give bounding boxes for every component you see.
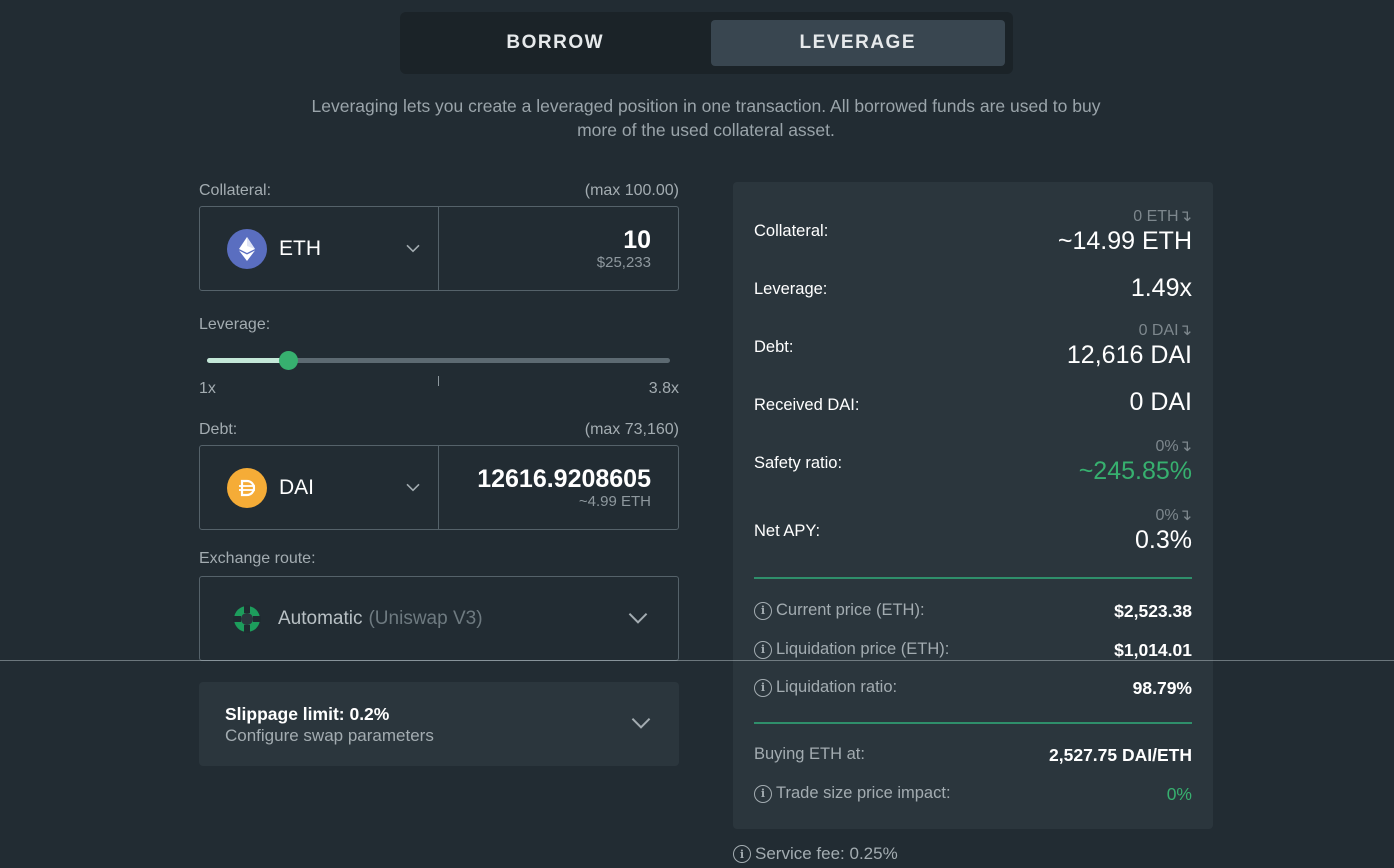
slippage-settings[interactable]: Slippage limit: 0.2% Configure swap para…: [199, 682, 679, 766]
tab-borrow[interactable]: BORROW: [408, 20, 703, 66]
summary-safety-label: Safety ratio:: [754, 454, 843, 472]
current-price-label: i Current price (ETH):: [754, 601, 925, 620]
liquidation-price-value: $1,014.01: [1114, 640, 1192, 660]
panel-divider: [754, 577, 1192, 579]
summary-safety: 0%↴ Safety ratio: ~245.85%: [754, 436, 1192, 488]
route-sub: (Uniswap V3): [368, 607, 483, 629]
debt-asset-name: DAI: [279, 475, 315, 499]
collateral-asset-select[interactable]: ETH: [200, 207, 439, 290]
summary-collateral-value: ~14.99 ETH: [1057, 227, 1192, 255]
collateral-amount: 10: [623, 225, 651, 254]
eth-icon: [227, 228, 267, 269]
leverage-slider[interactable]: [207, 351, 670, 370]
slippage-title: Slippage limit: 0.2%: [225, 704, 390, 724]
summary-received: Received DAI: 0 DAI: [754, 388, 1192, 420]
summary-apy-label: Net APY:: [754, 522, 821, 540]
liquidation-ratio-label-text: Liquidation ratio:: [776, 678, 898, 696]
debt-field: DAI 12616.9208605 ~4.99 ETH: [199, 445, 679, 530]
info-icon[interactable]: i: [754, 784, 772, 803]
current-price-value: $2,523.38: [1114, 601, 1192, 621]
debt-amount: 12616.9208605: [477, 464, 651, 493]
chevron-down-icon: [406, 244, 420, 252]
buying-label: Buying ETH at:: [754, 745, 865, 763]
leverage-label: Leverage:: [199, 316, 271, 333]
collateral-usd: $25,233: [596, 253, 651, 271]
current-price-label-text: Current price (ETH):: [776, 601, 925, 619]
buying-row: Buying ETH at: 2,527.75 DAI/ETH: [754, 745, 1192, 769]
liquidation-price-label: i Liquidation price (ETH):: [754, 640, 949, 659]
chevron-down-icon: [631, 718, 651, 729]
price-impact-label: i Trade size price impact:: [754, 784, 951, 803]
summary-apy: 0%↴ Net APY: 0.3%: [754, 505, 1192, 557]
intro-text: Leveraging lets you create a leveraged p…: [311, 96, 1101, 140]
chevron-down-icon: [406, 483, 420, 491]
summary-debt-prev: 0 DAI↴: [1138, 322, 1192, 339]
info-icon[interactable]: i: [754, 640, 772, 659]
summary-safety-prev: 0%↴: [1155, 438, 1192, 455]
lifebuoy-icon: [233, 604, 261, 633]
dai-icon: [227, 467, 267, 508]
collateral-max[interactable]: (max 100.00): [479, 182, 679, 200]
screen-artifact-line: [0, 660, 1394, 661]
debt-amount-input[interactable]: 12616.9208605 ~4.99 ETH: [439, 446, 678, 529]
info-icon[interactable]: i: [754, 678, 772, 697]
collateral-asset-name: ETH: [279, 236, 321, 260]
exchange-route-label: Exchange route:: [199, 550, 316, 567]
liquidation-ratio-row: i Liquidation ratio: 98.79%: [754, 678, 1192, 702]
info-icon[interactable]: i: [754, 601, 772, 620]
buying-value: 2,527.75 DAI/ETH: [1049, 745, 1192, 765]
service-fee-text: Service fee: 0.25%: [755, 844, 898, 863]
price-impact-label-text: Trade size price impact:: [776, 784, 951, 802]
service-fee: i Service fee: 0.25%: [733, 844, 898, 864]
liquidation-ratio-value: 98.79%: [1132, 678, 1192, 698]
leverage-slider-thumb[interactable]: [279, 351, 299, 370]
panel-divider: [754, 722, 1192, 724]
chevron-down-icon: [628, 612, 648, 624]
summary-leverage-label: Leverage:: [754, 280, 828, 298]
debt-asset-select[interactable]: DAI: [200, 446, 439, 529]
summary-debt-value: 12,616 DAI: [1066, 341, 1192, 369]
slider-tick: [438, 376, 439, 386]
summary-panel: 0 ETH↴ Collateral: ~14.99 ETH Leverage: …: [733, 182, 1213, 829]
route-main: Automatic: [278, 607, 363, 629]
debt-eth-equivalent: ~4.99 ETH: [578, 492, 651, 510]
collateral-field: ETH 10 $25,233: [199, 206, 679, 291]
collateral-label: Collateral:: [199, 182, 272, 199]
info-icon[interactable]: i: [733, 845, 751, 863]
current-price-row: i Current price (ETH): $2,523.38: [754, 601, 1192, 625]
summary-collateral-label: Collateral:: [754, 222, 829, 240]
price-impact-value: 0%: [1166, 784, 1192, 804]
price-impact-row: i Trade size price impact: 0%: [754, 784, 1192, 808]
summary-debt: 0 DAI↴ Debt: 12,616 DAI: [754, 320, 1192, 372]
liquidation-price-label-text: Liquidation price (ETH):: [776, 640, 950, 658]
summary-collateral-prev: 0 ETH↴: [1133, 208, 1192, 225]
liquidation-ratio-label: i Liquidation ratio:: [754, 678, 897, 697]
mode-tabs: BORROW LEVERAGE: [400, 12, 1013, 74]
summary-debt-label: Debt:: [754, 338, 794, 356]
leverage-slider-fill: [207, 358, 289, 363]
debt-label: Debt:: [199, 421, 238, 438]
tab-leverage[interactable]: LEVERAGE: [710, 20, 1005, 66]
summary-received-label: Received DAI:: [754, 396, 860, 414]
leverage-max: 3.8x: [648, 380, 679, 397]
leverage-min: 1x: [199, 380, 216, 397]
collateral-amount-input[interactable]: 10 $25,233: [439, 207, 678, 290]
summary-apy-prev: 0%↴: [1155, 507, 1192, 524]
debt-max[interactable]: (max 73,160): [479, 421, 679, 439]
summary-collateral: 0 ETH↴ Collateral: ~14.99 ETH: [754, 206, 1192, 258]
exchange-route-select[interactable]: Automatic (Uniswap V3): [199, 576, 679, 661]
summary-leverage: Leverage: 1.49x: [754, 274, 1192, 306]
summary-leverage-value: 1.49x: [1130, 274, 1192, 302]
summary-received-value: 0 DAI: [1129, 388, 1192, 416]
summary-apy-value: 0.3%: [1135, 526, 1192, 554]
summary-safety-value: ~245.85%: [1078, 457, 1192, 485]
slippage-sub: Configure swap parameters: [225, 726, 434, 745]
